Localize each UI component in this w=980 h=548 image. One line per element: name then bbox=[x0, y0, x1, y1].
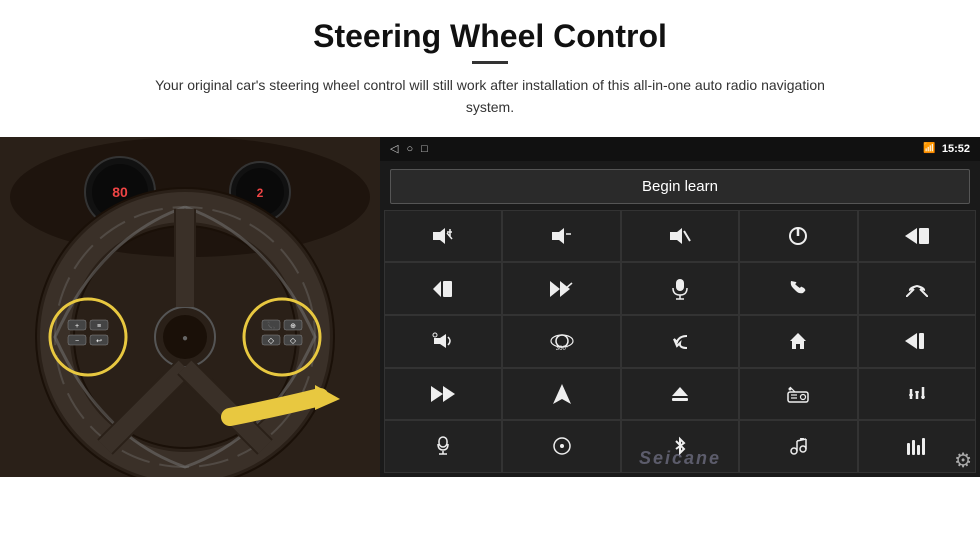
svg-text:●: ● bbox=[182, 333, 188, 344]
ctrl-equalizer[interactable] bbox=[858, 368, 976, 421]
ctrl-mic[interactable] bbox=[621, 262, 739, 315]
ctrl-voice[interactable] bbox=[384, 420, 502, 473]
svg-text:↩: ↩ bbox=[96, 338, 102, 345]
page-container: Steering Wheel Control Your original car… bbox=[0, 0, 980, 548]
ctrl-vol-up[interactable] bbox=[384, 210, 502, 263]
svg-text:80: 80 bbox=[112, 184, 128, 200]
begin-learn-button[interactable]: Begin learn bbox=[390, 169, 970, 204]
steering-wheel-bg: 80 2 ● bbox=[0, 137, 380, 477]
recents-icon[interactable]: □ bbox=[421, 143, 428, 155]
ctrl-vol-down[interactable] bbox=[502, 210, 620, 263]
ctrl-home[interactable] bbox=[739, 315, 857, 368]
ctrl-bluetooth[interactable] bbox=[621, 420, 739, 473]
ctrl-nav[interactable] bbox=[502, 368, 620, 421]
ctrl-power[interactable] bbox=[739, 210, 857, 263]
begin-learn-row: Begin learn bbox=[380, 161, 980, 210]
status-bar-left: ◁ ○ □ bbox=[390, 142, 428, 155]
ctrl-360-camera[interactable]: 360° bbox=[502, 315, 620, 368]
controls-grid: 360° bbox=[380, 210, 980, 477]
ctrl-horn[interactable] bbox=[384, 315, 502, 368]
time-display: 15:52 bbox=[942, 143, 970, 155]
signal-icon: 📶 bbox=[923, 143, 935, 154]
ctrl-mute[interactable] bbox=[621, 210, 739, 263]
subtitle-text: Your original car's steering wheel contr… bbox=[130, 74, 850, 119]
svg-text:◇: ◇ bbox=[290, 336, 297, 345]
ctrl-eject[interactable] bbox=[621, 368, 739, 421]
svg-text:+: + bbox=[75, 323, 79, 330]
ctrl-fast-fwd[interactable] bbox=[384, 368, 502, 421]
ctrl-back[interactable] bbox=[621, 315, 739, 368]
ctrl-ff[interactable] bbox=[502, 262, 620, 315]
svg-text:−: − bbox=[75, 338, 79, 345]
ctrl-hang-up[interactable] bbox=[858, 262, 976, 315]
home-status-icon[interactable]: ○ bbox=[406, 143, 413, 155]
status-bar-right: 📶 15:52 bbox=[923, 143, 970, 155]
ctrl-call-prev[interactable] bbox=[858, 210, 976, 263]
title-divider bbox=[472, 61, 508, 64]
ctrl-call[interactable] bbox=[739, 262, 857, 315]
svg-text:≡: ≡ bbox=[97, 323, 101, 330]
ctrl-rew[interactable] bbox=[858, 315, 976, 368]
svg-text:📞: 📞 bbox=[267, 321, 276, 330]
ctrl-menu[interactable] bbox=[502, 420, 620, 473]
svg-text:360°: 360° bbox=[555, 346, 568, 352]
svg-text:◇: ◇ bbox=[268, 336, 275, 345]
page-title: Steering Wheel Control bbox=[60, 18, 920, 55]
svg-text:2: 2 bbox=[257, 186, 264, 200]
svg-text:⊕: ⊕ bbox=[290, 323, 296, 330]
steering-wheel-panel: 80 2 ● bbox=[0, 137, 380, 477]
ctrl-next[interactable] bbox=[384, 262, 502, 315]
status-bar: ◁ ○ □ 📶 15:52 bbox=[380, 137, 980, 161]
header-section: Steering Wheel Control Your original car… bbox=[0, 0, 980, 129]
back-icon[interactable]: ◁ bbox=[390, 142, 398, 155]
gear-icon[interactable]: ⚙ bbox=[954, 448, 972, 473]
ctrl-radio[interactable] bbox=[739, 368, 857, 421]
ctrl-music[interactable] bbox=[739, 420, 857, 473]
android-panel: ◁ ○ □ 📶 15:52 Begin learn bbox=[380, 137, 980, 477]
content-area: 80 2 ● bbox=[0, 137, 980, 548]
